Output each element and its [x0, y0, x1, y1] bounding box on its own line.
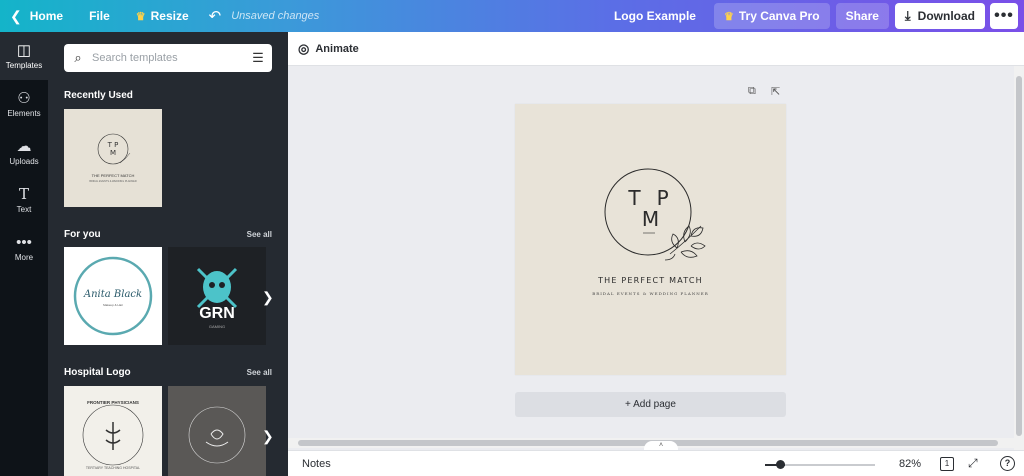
sidebar-item-templates[interactable]: ◫ Templates [0, 32, 48, 80]
recent-thumb-sub: BRIDAL EVENTS & WEDDING PLANNER [89, 180, 137, 183]
zoom-level[interactable]: 82% [899, 458, 921, 470]
sidebar-item-label: Uploads [9, 156, 39, 166]
search-input[interactable] [92, 52, 244, 64]
chevron-right-icon[interactable]: ❯ [262, 428, 274, 445]
add-page-button[interactable]: + Add page [515, 392, 786, 417]
grn-thumb-name: GRN [199, 305, 235, 322]
elements-icon: ⚇ [17, 89, 31, 107]
sidebar-item-text[interactable]: T Text [0, 176, 48, 224]
file-menu-button[interactable]: File [71, 0, 118, 32]
see-all-hospital-link[interactable]: See all [247, 368, 272, 377]
filter-icon[interactable]: ☰ [244, 50, 272, 66]
grn-thumb-sub: GAMING [208, 324, 226, 329]
download-button[interactable]: ⤓ Download [894, 3, 985, 29]
recent-thumb-title: THE PERFECT MATCH [91, 173, 135, 178]
editor-toolbar: ◎ Animate [288, 32, 1024, 66]
design-page[interactable]: TP M THE PERFECT MATCH BRIDAL EVENTS & W… [515, 104, 786, 375]
vertical-scrollbar[interactable] [1014, 66, 1024, 450]
unsaved-status: Unsaved changes [231, 10, 320, 22]
monogram-logo-graphic [604, 168, 706, 261]
download-icon: ⤓ [904, 8, 911, 23]
side-nav: ◫ Templates ⚇ Elements ☁ Uploads T Text … [0, 32, 48, 476]
chevron-right-icon[interactable]: ❯ [262, 289, 274, 306]
home-button[interactable]: ❮ Home [0, 0, 71, 32]
monogram-m: M [641, 207, 660, 231]
section-title-for-you: For you [64, 229, 101, 240]
try-pro-label: Try Canva Pro [738, 9, 820, 23]
share-button[interactable]: Share [835, 3, 889, 29]
text-icon: T [18, 184, 29, 203]
template-thumb-hospital-dark[interactable] [168, 386, 266, 476]
download-label: Download [917, 9, 975, 23]
section-title-hospital-logo: Hospital Logo [64, 367, 131, 378]
zoom-slider-handle[interactable] [776, 460, 785, 469]
grn-skull-graphic [196, 267, 238, 309]
crown-icon: ♛ [135, 10, 146, 23]
template-thumb-anita-black[interactable]: Anita Black Makeup & Hair [64, 247, 162, 345]
sidebar-item-uploads[interactable]: ☁ Uploads [0, 128, 48, 176]
duplicate-page-icon[interactable]: ⧉ [748, 85, 756, 98]
animate-button[interactable]: ◎ Animate [298, 41, 359, 57]
sidebar-item-label: Elements [7, 108, 41, 118]
template-thumb-frontier-physicians[interactable]: FRONTIER PHYSICIANS TERTIARY TEACHING HO… [64, 386, 162, 476]
resize-label: Resize [150, 9, 189, 23]
animate-label: Animate [315, 42, 359, 55]
bottom-bar: Notes 82% 1 ⤢ ? [288, 450, 1024, 476]
undo-button[interactable]: ↶ [205, 0, 226, 32]
leaf-branch-graphic [664, 225, 706, 261]
fullscreen-icon[interactable]: ⤢ [968, 456, 978, 471]
chevron-left-icon: ❮ [10, 7, 22, 24]
frontier-thumb-bottom: TERTIARY TEACHING HOSPITAL [85, 466, 141, 470]
more-dots-icon: ••• [16, 233, 32, 251]
design-title[interactable]: Logo Example [606, 0, 704, 32]
logo-subtitle-text[interactable]: BRIDAL EVENTS & WEDDING PLANNER [515, 291, 786, 296]
logo-title-text[interactable]: THE PERFECT MATCH [515, 276, 786, 285]
svg-text:M: M [110, 149, 116, 157]
upload-cloud-icon: ☁ [16, 137, 32, 155]
templates-icon: ◫ [16, 41, 32, 59]
hospital-dark-graphic [188, 406, 246, 464]
crown-icon: ♛ [723, 10, 734, 23]
sidebar-item-more[interactable]: ••• More [0, 224, 48, 272]
template-thumb-grn-gaming[interactable]: GRN GAMING [168, 247, 266, 345]
frontier-thumb-top: FRONTIER PHYSICIANS [87, 400, 139, 405]
vertical-scrollbar-thumb[interactable] [1016, 76, 1022, 436]
svg-text:T P: T P [107, 141, 119, 149]
more-options-button[interactable]: ••• [990, 3, 1018, 29]
notes-button[interactable]: Notes [302, 458, 331, 470]
animate-icon: ◎ [298, 40, 310, 56]
see-all-for-you-link[interactable]: See all [247, 230, 272, 239]
sidebar-item-label: Text [16, 204, 32, 214]
search-bar: ⌕ ☰ [64, 44, 272, 72]
file-label: File [89, 9, 110, 23]
recent-logo-graphic: T P M [97, 133, 131, 165]
search-icon: ⌕ [74, 50, 82, 65]
zoom-slider-remaining [785, 464, 875, 466]
undo-icon: ↶ [208, 8, 222, 25]
anita-thumb-sub: Makeup & Hair [103, 303, 123, 307]
section-title-recently-used: Recently Used [64, 90, 133, 101]
templates-panel: ⌕ ☰ Recently Used T P M THE PERFECT MATC… [48, 32, 288, 476]
resize-button[interactable]: ♛ Resize [128, 0, 197, 32]
anita-thumb-name: Anita Black [83, 289, 143, 300]
help-icon[interactable]: ? [1000, 456, 1015, 471]
sidebar-item-label: More [14, 252, 34, 262]
sidebar-item-label: Templates [5, 60, 43, 70]
add-page-icon[interactable]: ⇱ [771, 85, 780, 98]
try-pro-button[interactable]: ♛ Try Canva Pro [713, 3, 830, 29]
page-count-icon[interactable]: 1 [940, 457, 954, 471]
home-label: Home [29, 9, 64, 23]
sidebar-item-elements[interactable]: ⚇ Elements [0, 80, 48, 128]
top-bar: ❮ Home File ♛ Resize ↶ Unsaved changes L… [0, 0, 1024, 32]
template-thumb-recent[interactable]: T P M THE PERFECT MATCH BRIDAL EVENTS & … [64, 109, 162, 207]
